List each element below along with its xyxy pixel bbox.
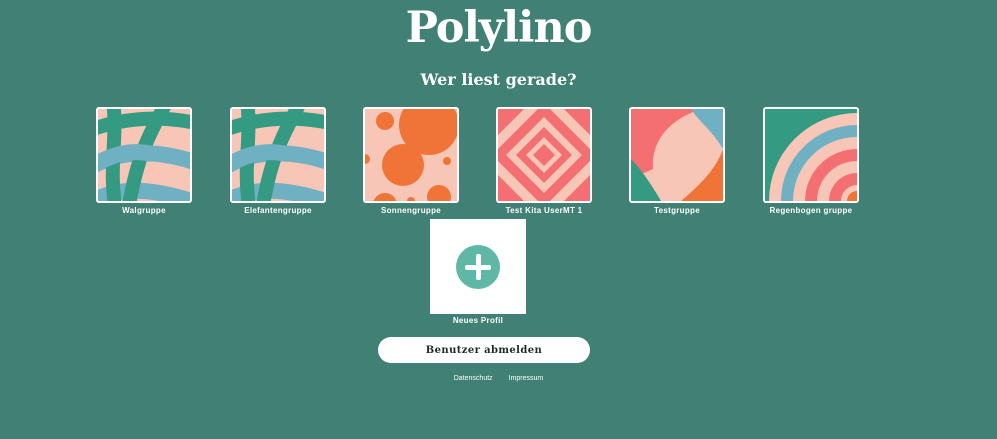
profile-avatar (496, 107, 592, 203)
profile-card-sonnengruppe[interactable]: Sonnengruppe (363, 107, 459, 215)
rainbow-pattern-icon (765, 109, 857, 201)
privacy-link[interactable]: Datenschutz (454, 375, 493, 382)
profile-avatar (230, 107, 326, 203)
profile-card-testgruppe[interactable]: Testgruppe (629, 107, 725, 215)
dots-pattern-icon (365, 109, 457, 201)
profile-avatar (363, 107, 459, 203)
profile-name: Sonnengruppe (380, 206, 442, 215)
profile-select-page: Polylino Wer liest gerade? Walgruppe Ele… (0, 0, 997, 439)
app-logo: Polylino (405, 3, 593, 53)
profile-avatar (629, 107, 725, 203)
profile-name: Elefantengruppe (244, 206, 312, 215)
profile-name: Testgruppe (654, 206, 700, 215)
add-profile-tile[interactable] (430, 219, 526, 314)
imprint-link[interactable]: Impressum (509, 375, 544, 382)
footer-links: Datenschutz Impressum (0, 375, 997, 382)
profile-name: Test Kita UserMT 1 (505, 206, 583, 215)
profile-card-test-kita[interactable]: Test Kita UserMT 1 (496, 107, 592, 215)
add-profile-label: Neues Profil (452, 316, 504, 325)
weave-pattern-icon (232, 109, 324, 201)
profile-name: Regenbogen gruppe (769, 206, 853, 215)
profile-card-elefantengruppe[interactable]: Elefantengruppe (230, 107, 326, 215)
add-profile-button[interactable]: Neues Profil (430, 219, 526, 325)
plus-icon (456, 244, 500, 289)
profile-card-walgruppe[interactable]: Walgruppe (96, 107, 192, 215)
diamonds-pattern-icon (498, 109, 590, 201)
profile-avatar (763, 107, 859, 203)
profile-card-regenbogen[interactable]: Regenbogen gruppe (763, 107, 859, 215)
weave-pattern-icon (98, 109, 190, 201)
logout-button[interactable]: Benutzer abmelden (378, 337, 590, 363)
page-title: Wer liest gerade? (420, 70, 577, 89)
swirl-pattern-icon (631, 109, 723, 201)
profile-name: Walgruppe (122, 206, 166, 215)
profile-avatar (96, 107, 192, 203)
